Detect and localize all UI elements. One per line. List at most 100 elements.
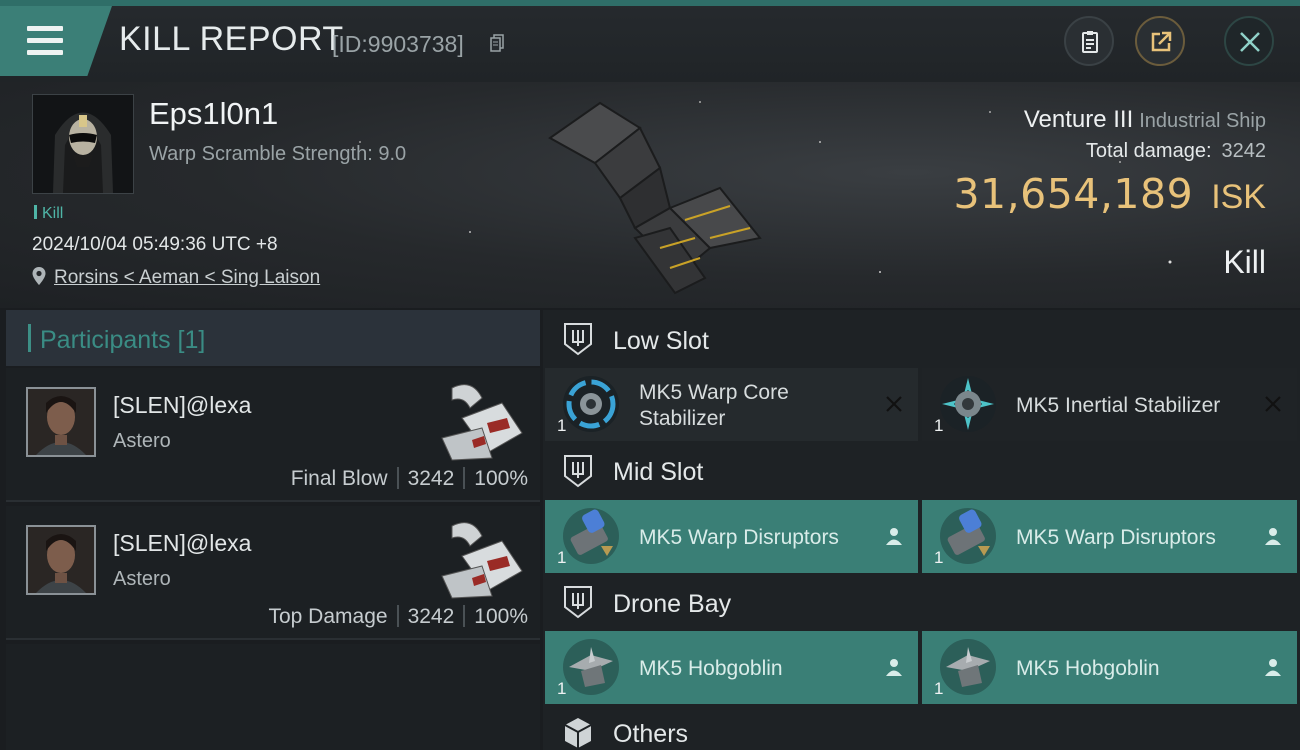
divider (463, 605, 466, 627)
participants-accent (28, 324, 31, 352)
participant-avatar (26, 387, 96, 457)
warp-disruptor-icon (940, 508, 996, 564)
participant-stats: Final Blow 3242 100% (291, 467, 528, 491)
participants-empty-area (6, 644, 540, 750)
participant-percent: 100% (474, 467, 528, 490)
ship-info: Venture III Industrial Ship (1024, 106, 1266, 134)
clipboard-button[interactable] (1064, 16, 1114, 66)
share-button[interactable] (1135, 16, 1185, 66)
module-item[interactable]: 1 MK5 Inertial Stabilizer (922, 368, 1297, 441)
divider (463, 467, 466, 489)
warp-core-stabilizer-icon (563, 376, 619, 432)
kill-tag-bar (34, 205, 37, 219)
participant-avatar (26, 525, 96, 595)
module-item[interactable]: 1 MK5 Warp Core Stabilizer (545, 368, 918, 441)
participant-role: Top Damage (268, 605, 388, 628)
participant-name[interactable]: [SLEN]@lexa (113, 530, 251, 557)
participant-ship: Astero (113, 430, 171, 452)
module-quantity: 1 (557, 416, 567, 435)
participant-damage: 3242 (407, 605, 455, 628)
divider (396, 605, 399, 627)
ship-name[interactable]: Venture III (1024, 106, 1133, 133)
participants-title: Participants [1] (40, 326, 206, 354)
module-item[interactable]: 1 MK5 Warp Disruptors (545, 500, 918, 573)
participant-name[interactable]: [SLEN]@lexa (113, 392, 251, 419)
participant-damage: 3242 (407, 467, 455, 490)
victim-name[interactable]: Eps1l0n1 (149, 96, 278, 132)
drone-bay-icon (564, 586, 592, 619)
module-item[interactable]: 1 MK5 Hobgoblin (545, 631, 918, 704)
drone-bay-title: Drone Bay (613, 590, 732, 618)
header-top-line (0, 0, 1300, 6)
participant-row[interactable]: [SLEN]@lexa Astero Final Blow 3242 100% (6, 368, 540, 502)
remove-icon[interactable] (884, 394, 904, 414)
module-name: MK5 Hobgoblin (639, 657, 783, 680)
ship-class: Industrial Ship (1139, 110, 1266, 132)
astero-ship-icon (441, 522, 523, 599)
total-damage: Total damage: 3242 (1086, 140, 1266, 163)
person-icon[interactable] (1263, 657, 1283, 677)
participant-role: Final Blow (290, 467, 388, 490)
astero-ship-icon (441, 384, 523, 461)
divider (396, 467, 399, 489)
cube-icon (564, 718, 592, 748)
module-quantity: 1 (934, 548, 944, 567)
low-slot-title: Low Slot (613, 327, 709, 355)
menu-icon (27, 26, 63, 31)
kill-timestamp: 2024/10/04 05:49:36 UTC +8 (32, 234, 278, 255)
isk-value: 31,654,189 (953, 170, 1194, 218)
clipboard-icon (1082, 31, 1098, 53)
location-pin-icon (32, 267, 46, 285)
mid-slot-title: Mid Slot (613, 458, 704, 486)
module-quantity: 1 (557, 548, 567, 567)
module-name: MK5 Warp Core Stabilizer (639, 380, 789, 432)
page-title: KILL REPORT (119, 20, 344, 58)
person-icon[interactable] (884, 526, 904, 546)
module-name: MK5 Inertial Stabilizer (1016, 394, 1221, 417)
module-name-line1: MK5 Warp Core (639, 381, 789, 404)
participant-row[interactable]: [SLEN]@lexa Astero Top Damage 3242 100% (6, 506, 540, 640)
module-quantity: 1 (557, 679, 567, 698)
pilot-avatar-icon (28, 527, 94, 593)
pilot-avatar-icon (28, 389, 94, 455)
module-name: MK5 Warp Disruptors (639, 526, 839, 549)
module-name-line2: Stabilizer (639, 407, 726, 430)
module-name: MK5 Hobgoblin (1016, 657, 1160, 680)
close-button[interactable] (1224, 16, 1274, 66)
inertial-stabilizer-icon (940, 376, 996, 432)
person-icon[interactable] (884, 657, 904, 677)
menu-icon-bar (27, 38, 63, 43)
module-quantity: 1 (934, 679, 944, 698)
warp-disruptor-icon (563, 508, 619, 564)
participant-percent: 100% (474, 605, 528, 628)
victim-stat: Warp Scramble Strength: 9.0 (149, 143, 407, 165)
victim-portrait[interactable] (32, 94, 134, 194)
module-item[interactable]: 1 MK5 Hobgoblin (922, 631, 1297, 704)
module-quantity: 1 (934, 416, 944, 435)
location-link[interactable]: Rorsins < Aeman < Sing Laison (54, 267, 320, 289)
copy-icon[interactable] (490, 34, 504, 52)
remove-icon[interactable] (1263, 394, 1283, 414)
hobgoblin-drone-icon (563, 639, 619, 695)
others-title: Others (613, 720, 689, 748)
module-item[interactable]: 1 MK5 Warp Disruptors (922, 500, 1297, 573)
low-slot-icon (564, 323, 592, 356)
hobgoblin-drone-icon (940, 639, 996, 695)
person-icon[interactable] (1263, 526, 1283, 546)
participant-stats: Top Damage 3242 100% (268, 605, 528, 629)
total-damage-label: Total damage: (1085, 140, 1212, 162)
module-name: MK5 Warp Disruptors (1016, 526, 1216, 549)
total-damage-value: 3242 (1221, 140, 1267, 162)
isk-value-line: 31,654,189 ISK (953, 170, 1266, 218)
menu-icon-bar (27, 50, 63, 55)
close-icon (1240, 32, 1260, 52)
report-id: [ID:9903738] (332, 31, 464, 57)
participant-ship: Astero (113, 568, 171, 590)
pilot-avatar-icon (33, 95, 133, 193)
mid-slot-icon (564, 455, 592, 488)
result-label: Kill (1223, 244, 1266, 280)
share-icon (1151, 31, 1172, 52)
kill-tag-label: Kill (42, 205, 64, 222)
isk-unit: ISK (1211, 178, 1266, 216)
kill-tag: Kill (34, 205, 63, 223)
